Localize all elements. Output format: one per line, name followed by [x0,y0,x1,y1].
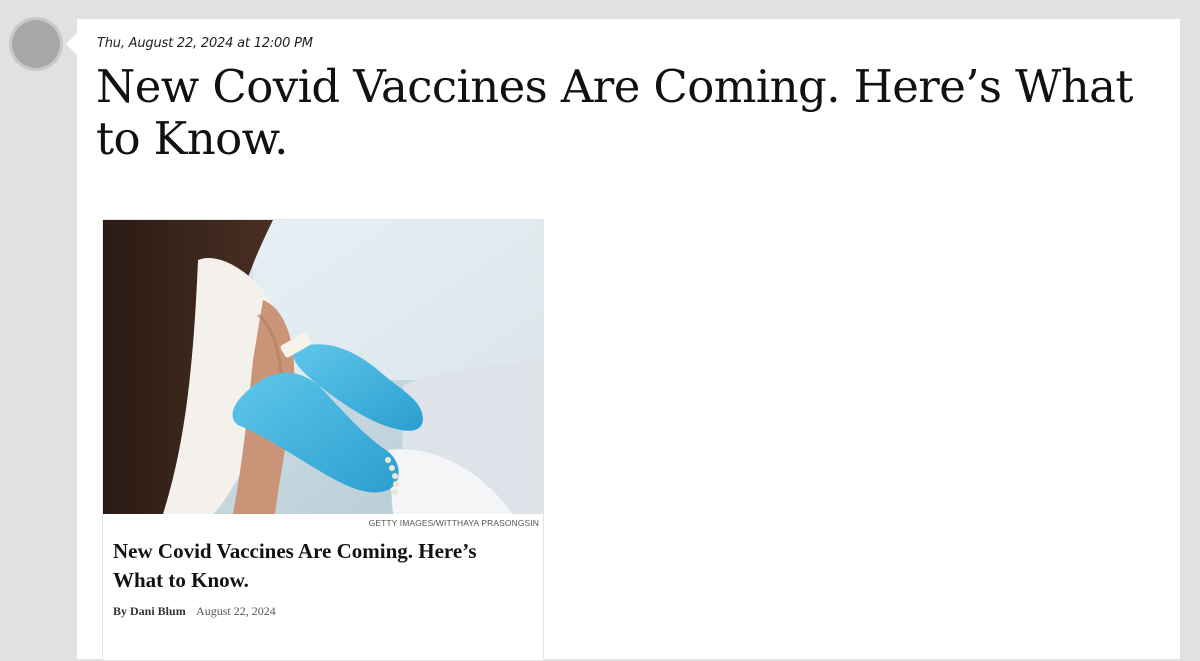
byline: By Dani Blum August 22, 2024 [113,604,276,619]
avatar[interactable] [12,20,60,68]
image-credit: GETTY IMAGES/WITTHAYA PRASONGSIN [368,518,539,528]
post-card: Thu, August 22, 2024 at 12:00 PM New Cov… [66,19,1180,661]
author-name: By Dani Blum [113,604,186,618]
article-photo [103,220,543,514]
post-timestamp: Thu, August 22, 2024 at 12:00 PM [97,36,313,51]
article-title[interactable]: New Covid Vaccines Are Coming. Here’s Wh… [113,537,523,595]
article-link-card[interactable]: GETTY IMAGES/WITTHAYA PRASONGSIN New Cov… [102,219,544,661]
publish-date: August 22, 2024 [196,604,276,618]
post-headline: New Covid Vaccines Are Coming. Here’s Wh… [96,60,1133,165]
card-pointer [66,33,77,55]
